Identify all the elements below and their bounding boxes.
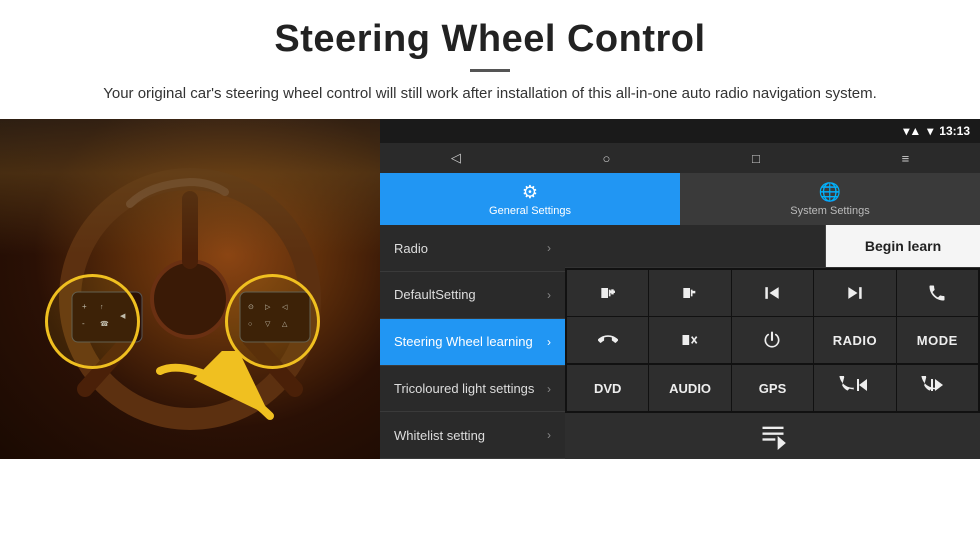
menu-default-label: DefaultSetting (394, 287, 476, 302)
highlight-left (45, 274, 140, 369)
gps-button[interactable]: GPS (732, 365, 813, 411)
general-settings-icon: ⚙ (522, 182, 538, 203)
steering-wheel-bg: + - ↑ ☎ ◀ ⊙ ▷ ◁ ○ ▽ △ (0, 119, 380, 459)
signal-icon: ▾▲ (903, 124, 921, 138)
learn-input-area (565, 225, 825, 267)
dash-bg (0, 119, 380, 255)
dvd-button[interactable]: DVD (567, 365, 648, 411)
recent-nav-icon[interactable]: □ (752, 151, 760, 166)
menu-item-steering[interactable]: Steering Wheel learning › (380, 319, 565, 366)
top-section: Steering Wheel Control Your original car… (0, 0, 980, 119)
tab-system[interactable]: 🌐 System Settings (680, 173, 980, 225)
content-area: + - ↑ ☎ ◀ ⊙ ▷ ◁ ○ ▽ △ (0, 119, 980, 459)
audio-button[interactable]: AUDIO (649, 365, 730, 411)
hang-up-button[interactable] (567, 317, 648, 363)
prev-track-button[interactable] (732, 270, 813, 316)
list-icon-button[interactable] (738, 415, 808, 457)
status-bar: ▾▲ ▾ 13:13 (380, 119, 980, 143)
menu-whitelist-label: Whitelist setting (394, 428, 485, 443)
device-panel: ▾▲ ▾ 13:13 ◁ ○ □ ≡ ⚙ General Settings 🌐 … (380, 119, 980, 459)
radio-label: RADIO (833, 333, 877, 348)
chevron-icon-whitelist: › (547, 428, 551, 442)
right-panel: Begin learn + (565, 225, 980, 459)
page-title: Steering Wheel Control (60, 18, 920, 61)
home-nav-icon[interactable]: ○ (603, 151, 611, 166)
device-main: Radio › DefaultSetting › Steering Wheel … (380, 225, 980, 459)
next-track-button[interactable] (814, 270, 895, 316)
subtitle: Your original car's steering wheel contr… (60, 82, 920, 105)
left-menu: Radio › DefaultSetting › Steering Wheel … (380, 225, 565, 459)
menu-item-whitelist[interactable]: Whitelist setting › (380, 412, 565, 459)
svg-text:+: + (610, 289, 614, 296)
bottom-icon-row (565, 413, 980, 459)
menu-item-default[interactable]: DefaultSetting › (380, 272, 565, 319)
menu-item-radio[interactable]: Radio › (380, 225, 565, 272)
begin-learn-button[interactable]: Begin learn (825, 225, 980, 267)
nav-bar: ◁ ○ □ ≡ (380, 143, 980, 173)
radio-button[interactable]: RADIO (814, 317, 895, 363)
phone-prev-button[interactable] (814, 365, 895, 411)
status-bar-right: ▾▲ ▾ 13:13 (903, 124, 970, 138)
chevron-icon-default: › (547, 288, 551, 302)
phone-next-button[interactable] (897, 365, 978, 411)
menu-nav-icon[interactable]: ≡ (902, 151, 910, 166)
tab-general[interactable]: ⚙ General Settings (380, 173, 680, 225)
mode-button[interactable]: MODE (897, 317, 978, 363)
wifi-icon: ▾ (927, 124, 933, 138)
vol-down-button[interactable]: - (649, 270, 730, 316)
time-display: 13:13 (939, 124, 970, 138)
power-button[interactable] (732, 317, 813, 363)
menu-item-tricoloured[interactable]: Tricoloured light settings › (380, 366, 565, 413)
button-grid: + - (565, 268, 980, 365)
svg-text:-: - (693, 289, 695, 296)
arrow-svg (140, 351, 280, 441)
image-panel: + - ↑ ☎ ◀ ⊙ ▷ ◁ ○ ▽ △ (0, 119, 380, 459)
title-divider (470, 69, 510, 72)
menu-tricoloured-label: Tricoloured light settings (394, 381, 534, 396)
mute-button[interactable] (649, 317, 730, 363)
begin-learn-row: Begin learn (565, 225, 980, 268)
chevron-icon-tricoloured: › (547, 382, 551, 396)
menu-steering-label: Steering Wheel learning (394, 334, 533, 349)
tab-system-label: System Settings (790, 205, 869, 217)
tab-bar: ⚙ General Settings 🌐 System Settings (380, 173, 980, 225)
chevron-icon-radio: › (547, 241, 551, 255)
phone-answer-button[interactable] (897, 270, 978, 316)
tab-general-label: General Settings (489, 205, 571, 217)
back-nav-icon[interactable]: ◁ (451, 150, 461, 166)
mode-label: MODE (917, 333, 958, 348)
chevron-icon-steering: › (547, 335, 551, 349)
last-row: DVD AUDIO GPS (565, 365, 980, 413)
menu-radio-label: Radio (394, 241, 428, 256)
system-settings-icon: 🌐 (819, 182, 841, 203)
vol-up-button[interactable]: + (567, 270, 648, 316)
